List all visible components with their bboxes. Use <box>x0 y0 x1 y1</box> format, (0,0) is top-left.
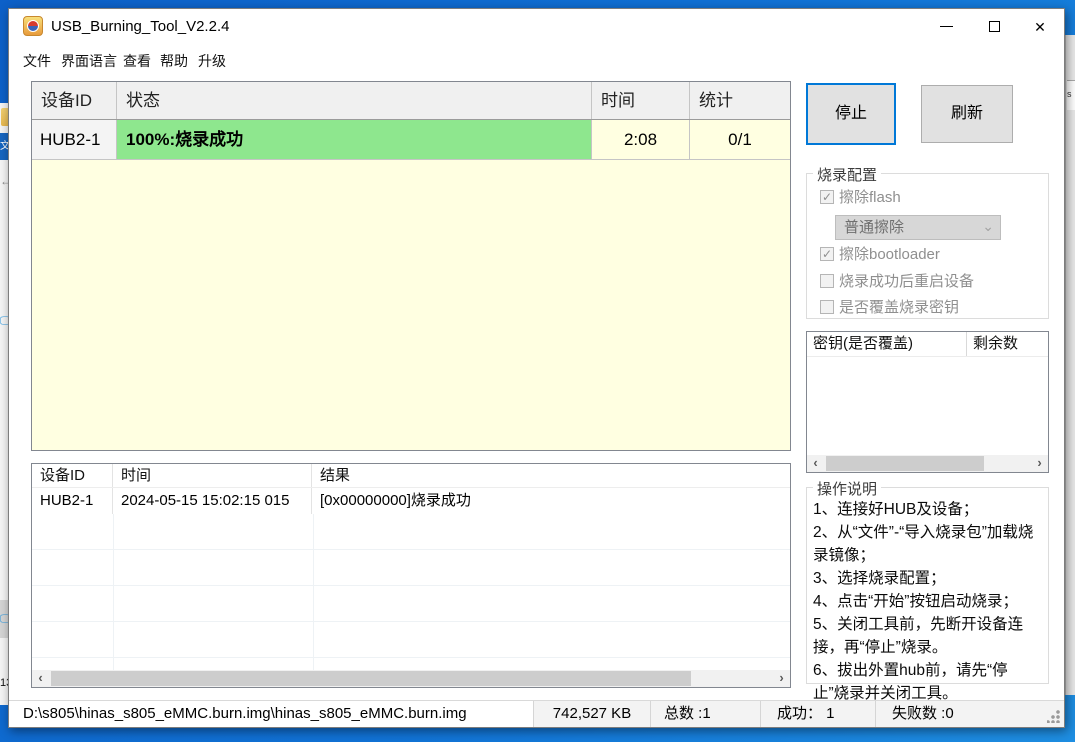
device-id-cell: HUB2-1 <box>32 120 117 159</box>
image-size-status: 742,527 KB <box>534 701 651 727</box>
refresh-button[interactable]: 刷新 <box>921 85 1013 143</box>
app-window: USB_Burning_Tool_V2.2.4 ✕ 文件 界面语言 查看 帮助 … <box>8 8 1065 728</box>
menu-help[interactable]: 帮助 <box>156 49 192 73</box>
scroll-right-icon[interactable]: › <box>773 670 790 687</box>
total-count-status: 总数 :1 <box>651 701 761 727</box>
erase-bootloader-checkbox[interactable]: ✓ 擦除bootloader <box>820 243 940 264</box>
result-log-table: 设备ID 时间 结果 HUB2-1 2024-05-15 15:02:15 01… <box>31 463 791 688</box>
scroll-left-icon[interactable]: ‹ <box>807 455 824 472</box>
log-device-id-cell: HUB2-1 <box>32 488 113 514</box>
menu-view[interactable]: 查看 <box>119 49 155 73</box>
column-header-time[interactable]: 时间 <box>113 464 312 487</box>
log-table-header: 设备ID 时间 结果 <box>32 464 790 488</box>
log-result-cell: [0x00000000]烧录成功 <box>320 492 471 509</box>
erase-flash-checkbox[interactable]: ✓ 擦除flash <box>820 186 901 207</box>
status-bar: D:\s805\hinas_s805_eMMC.burn.img\hinas_s… <box>9 700 1064 727</box>
column-header-time[interactable]: 时间 <box>592 82 690 119</box>
column-header-status[interactable]: 状态 <box>117 82 592 119</box>
minimize-icon <box>939 26 953 28</box>
progress-bar-cell: 100%:烧录成功 <box>117 120 592 159</box>
instruction-line: 3、选择烧录配置； <box>813 570 946 587</box>
stop-button[interactable]: 停止 <box>806 83 896 145</box>
reboot-after-label: 烧录成功后重启设备 <box>839 273 975 290</box>
close-icon: ✕ <box>1034 19 1046 35</box>
minimize-button[interactable] <box>923 9 969 45</box>
overwrite-key-label: 是否覆盖烧录密钥 <box>839 299 960 316</box>
device-table-header: 设备ID 状态 时间 统计 <box>32 82 790 120</box>
image-path-status: D:\s805\hinas_s805_eMMC.burn.img\hinas_s… <box>9 701 534 727</box>
instructions-text: 1、连接好HUB及设备； 2、从“文件”-“导入烧录包”加载烧录镜像； 3、选择… <box>813 498 1043 705</box>
menu-language[interactable]: 界面语言 <box>57 49 121 73</box>
erase-mode-value: 普通擦除 <box>844 219 905 236</box>
instruction-line: 2、从“文件”-“导入烧录包”加载烧录镜像； <box>813 524 1034 564</box>
empty-log-grid <box>32 514 790 672</box>
menu-file[interactable]: 文件 <box>19 49 55 73</box>
scrollbar-thumb[interactable] <box>51 671 691 686</box>
column-header-key[interactable]: 密钥(是否覆盖) <box>807 332 967 356</box>
burn-config-group: 烧录配置 ✓ 擦除flash 普通擦除 ⌄ ✓ 擦除bootloader 烧录成… <box>806 164 1049 319</box>
column-header-device-id[interactable]: 设备ID <box>32 82 117 119</box>
scrollbar-track[interactable] <box>49 670 773 687</box>
checkbox-unchecked-icon <box>820 273 834 288</box>
device-progress-table: 设备ID 状态 时间 统计 HUB2-1 100%:烧录成功 2:08 0/1 <box>31 81 791 451</box>
burn-config-title: 烧录配置 <box>813 164 882 185</box>
overwrite-key-checkbox[interactable]: 是否覆盖烧录密钥 <box>820 296 959 317</box>
maximize-button[interactable] <box>971 9 1017 45</box>
table-row[interactable]: HUB2-1 100%:烧录成功 2:08 0/1 <box>32 120 790 160</box>
instructions-group: 操作说明 1、连接好HUB及设备； 2、从“文件”-“导入烧录包”加载烧录镜像；… <box>806 478 1049 702</box>
background-window-right-sliver: s <box>1065 35 1075 695</box>
column-header-result[interactable]: 结果 <box>312 464 790 487</box>
failed-count-status: 失败数 :0 <box>892 705 954 722</box>
log-table-hscrollbar[interactable]: ‹ › <box>32 670 790 687</box>
checkbox-unchecked-icon <box>820 299 834 314</box>
scroll-left-icon[interactable]: ‹ <box>32 670 49 687</box>
menu-bar: 文件 界面语言 查看 帮助 升级 <box>9 45 1064 71</box>
resize-grip-icon[interactable] <box>1047 710 1060 723</box>
checkbox-checked-icon: ✓ <box>820 189 834 204</box>
background-fragment-label: s <box>1067 80 1075 110</box>
key-table-header: 密钥(是否覆盖) 剩余数 <box>807 332 1048 357</box>
column-header-device-id[interactable]: 设备ID <box>32 464 113 487</box>
elapsed-time-cell: 2:08 <box>592 120 690 159</box>
checkbox-checked-icon: ✓ <box>820 246 834 261</box>
reboot-after-checkbox[interactable]: 烧录成功后重启设备 <box>820 270 974 291</box>
scrollbar-track[interactable] <box>824 455 1031 472</box>
table-row[interactable]: HUB2-1 2024-05-15 15:02:15 015 [0x000000… <box>32 488 790 514</box>
instruction-line: 5、关闭工具前，先断开设备连接，再“停止”烧录。 <box>813 616 1024 656</box>
stat-cell: 0/1 <box>690 120 790 159</box>
key-table-hscrollbar[interactable]: ‹ › <box>807 455 1048 472</box>
erase-bootloader-label: 擦除bootloader <box>839 246 940 263</box>
success-count-status: 成功： 1 <box>761 701 876 727</box>
scrollbar-thumb[interactable] <box>826 456 984 471</box>
erase-flash-label: 擦除flash <box>839 189 901 206</box>
menu-upgrade[interactable]: 升级 <box>194 49 230 73</box>
instruction-line: 1、连接好HUB及设备； <box>813 501 979 518</box>
erase-mode-select[interactable]: 普通擦除 ⌄ <box>835 215 1001 240</box>
desktop-background: 文 ← 🖵 🖵 13 s USB_Burning_Tool_V2.2.4 ✕ 文… <box>0 0 1075 742</box>
instruction-line: 4、点击“开始”按钮启动烧录； <box>813 593 1018 610</box>
window-title: USB_Burning_Tool_V2.2.4 <box>51 18 230 35</box>
app-icon <box>23 16 43 36</box>
log-time-cell: 2024-05-15 15:02:15 015 <box>113 488 312 514</box>
instruction-line: 6、拔出外置hub前，请先“停止”烧录并关闭工具。 <box>813 662 1008 702</box>
chevron-down-icon: ⌄ <box>982 218 994 234</box>
close-button[interactable]: ✕ <box>1017 9 1063 45</box>
column-header-remaining[interactable]: 剩余数 <box>967 332 1048 356</box>
column-header-stat[interactable]: 统计 <box>690 82 790 119</box>
instructions-title: 操作说明 <box>813 478 882 499</box>
title-bar[interactable]: USB_Burning_Tool_V2.2.4 ✕ <box>9 9 1064 45</box>
maximize-icon <box>988 21 1000 33</box>
scroll-right-icon[interactable]: › <box>1031 455 1048 472</box>
key-table: 密钥(是否覆盖) 剩余数 ‹ › <box>806 331 1049 473</box>
